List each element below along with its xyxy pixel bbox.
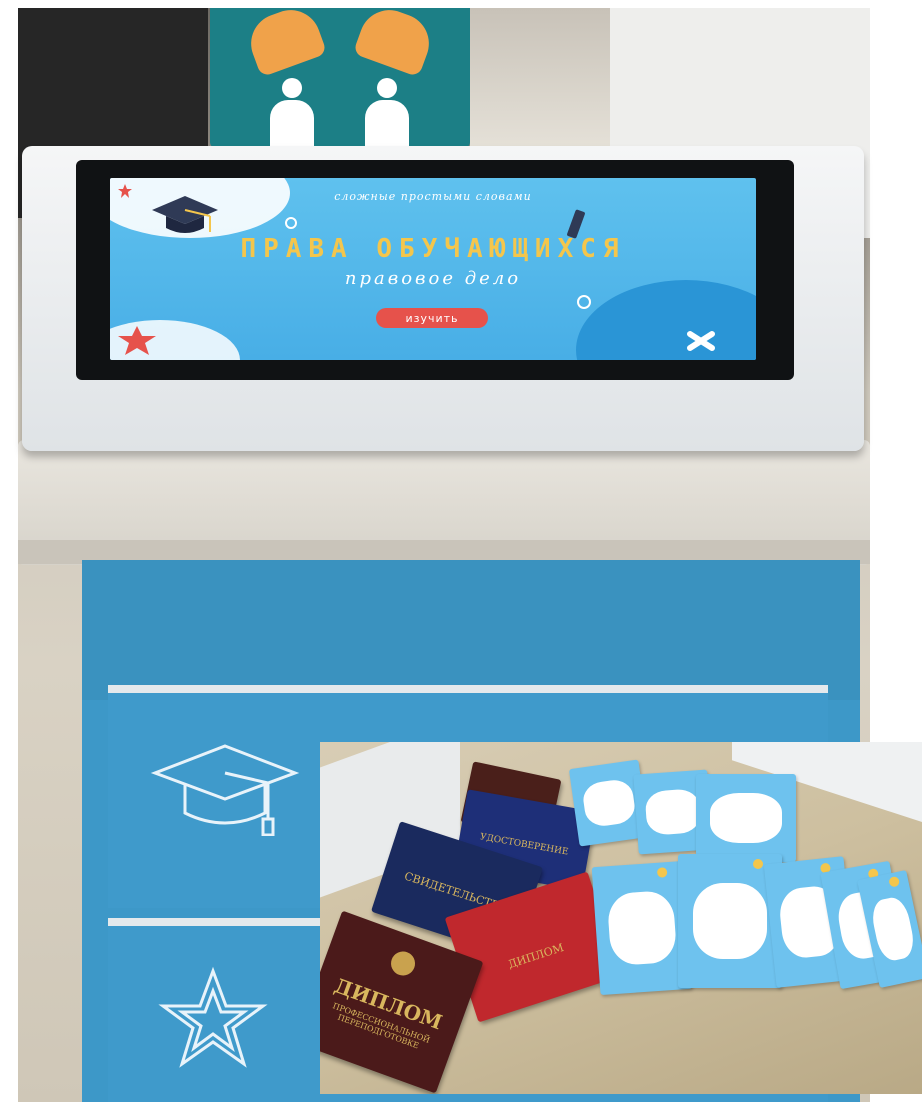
inset-photo: АТТЕСТАТ УДОСТОВЕРЕНИЕ СВИДЕТЕЛЬСТВО ДИП… — [320, 742, 922, 1094]
teal-poster — [210, 8, 470, 148]
gear-icon — [285, 217, 297, 229]
graduation-cap-icon — [150, 744, 300, 836]
star-icon — [118, 326, 156, 355]
star-icon — [158, 966, 268, 1068]
hand-graphic — [352, 8, 438, 78]
person-figure — [270, 78, 314, 148]
hand-graphic — [242, 8, 328, 78]
screen-decoration — [576, 280, 756, 360]
screen-subtitle: сложные простыми словами — [334, 190, 532, 203]
book-title: ДИПЛОМ — [506, 940, 566, 972]
screen-title: ПРАВА ОБУЧАЮЩИХСЯ — [240, 234, 626, 264]
kiosk-screen[interactable]: сложные простыми словами ПРАВА ОБУЧАЮЩИХ… — [110, 178, 756, 360]
info-card — [696, 774, 796, 862]
cabinet-panel — [82, 560, 860, 700]
photo: сложные простыми словами ПРАВА ОБУЧАЮЩИХ… — [0, 0, 922, 1102]
person-figure — [365, 78, 409, 148]
screen-tagline: правовое дело — [344, 268, 522, 289]
emblem-icon — [391, 951, 416, 976]
gear-icon — [577, 295, 591, 309]
learn-button[interactable]: изучить — [376, 308, 488, 328]
cross-icon — [687, 331, 715, 351]
